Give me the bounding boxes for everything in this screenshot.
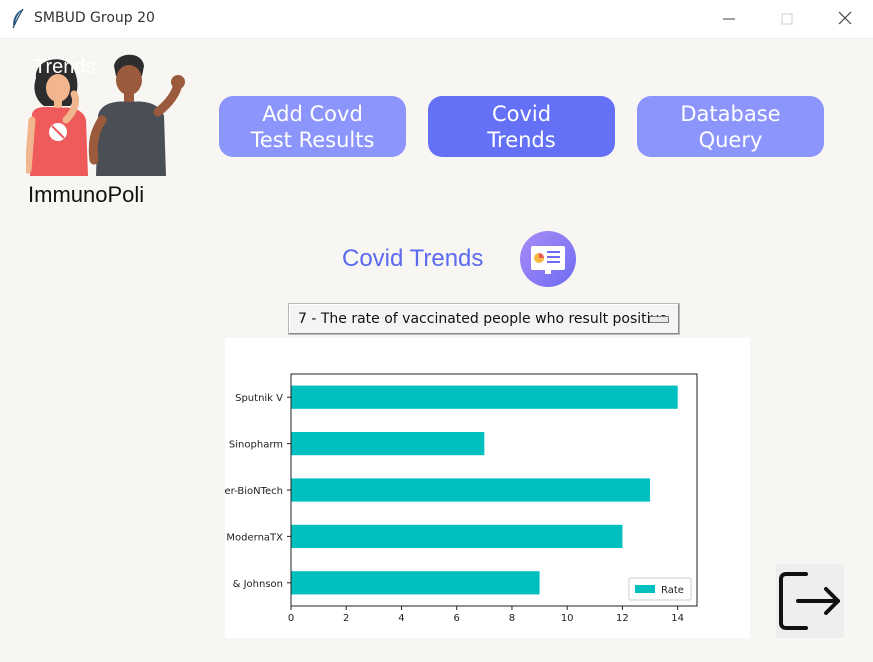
brand-name: ImmunoPoli: [28, 182, 145, 207]
x-tick-label: 14: [671, 613, 684, 624]
vaccine-rate-chart: Sputnik V Sinopharm er-BioNTech ModernaTX & …: [225, 373, 698, 624]
x-tick-label: 12: [616, 613, 629, 624]
query-select-value: 7 - The rate of vaccinated people who re…: [298, 311, 668, 327]
minimize-button[interactable]: [700, 0, 758, 38]
maximize-button[interactable]: [758, 0, 816, 38]
x-tick-label: 8: [509, 613, 515, 624]
bar: [291, 478, 651, 502]
dropdown-indicator-icon: [649, 316, 669, 323]
bar: [291, 432, 485, 456]
window-title: SMBUD Group 20: [34, 10, 155, 26]
legend-swatch: [635, 585, 655, 593]
section-title: Covid Trends: [342, 245, 484, 272]
y-tick-label: er-BioNTech: [225, 486, 283, 497]
y-tick-label: ModernaTX: [226, 532, 283, 543]
add-test-results-button[interactable]: Add Covd Test Results: [219, 96, 406, 157]
maximize-icon: [781, 10, 793, 29]
title-bar: SMBUD Group 20: [0, 0, 873, 39]
x-tick-label: 0: [288, 613, 294, 624]
x-tick-label: 10: [561, 613, 574, 624]
y-tick-label: & Johnson: [233, 579, 283, 590]
chart-panel: Sputnik V Sinopharm er-BioNTech ModernaTX & …: [225, 338, 750, 638]
x-tick-label: 2: [343, 613, 349, 624]
ghost-text: Trends: [34, 56, 96, 78]
legend-label: Rate: [661, 585, 684, 596]
bar: [291, 524, 623, 548]
x-tick-label: 6: [454, 613, 460, 624]
presentation-icon: [519, 230, 577, 288]
y-tick-label: Sputnik V: [235, 393, 283, 404]
covid-trends-button[interactable]: Covid Trends: [428, 96, 615, 157]
minimize-icon: [723, 10, 735, 29]
bar: [291, 385, 678, 409]
exit-button[interactable]: [776, 564, 844, 638]
bar: [291, 571, 540, 595]
x-tick-label: 4: [398, 613, 404, 624]
database-query-button[interactable]: Database Query: [637, 96, 824, 157]
query-select[interactable]: 7 - The rate of vaccinated people who re…: [288, 303, 680, 335]
feather-icon: [10, 8, 26, 30]
close-icon: [838, 10, 852, 29]
logout-icon: [776, 572, 844, 642]
y-tick-label: Sinopharm: [229, 440, 283, 451]
close-button[interactable]: [816, 0, 873, 38]
